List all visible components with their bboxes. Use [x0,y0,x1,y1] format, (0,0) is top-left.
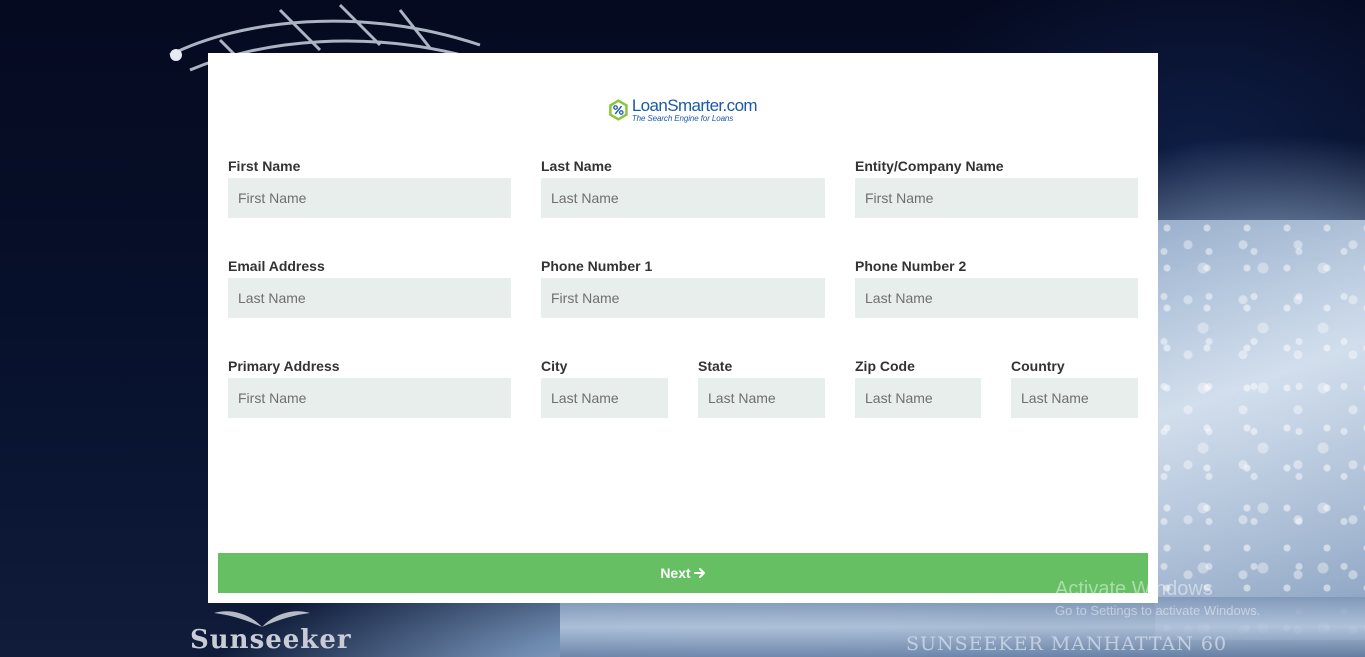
primary-address-label: Primary Address [228,358,340,374]
logo-tagline: The Search Engine for Loans [631,114,734,123]
activate-windows-watermark: Activate Windows Go to Settings to activ… [1055,578,1260,618]
watermark-title: Activate Windows [1055,578,1213,600]
last-name-label: Last Name [541,158,612,174]
water-spray [1155,220,1365,640]
sunseeker-brand-text: Sunseeker [190,625,352,655]
phone-2-input[interactable] [855,278,1138,318]
phone-1-group: Phone Number 1 [541,257,825,318]
last-name-input[interactable] [541,178,825,218]
phone-1-input[interactable] [541,278,825,318]
company-name-label: Entity/Company Name [855,158,1004,174]
state-input[interactable] [698,378,825,418]
watermark-subtitle: Go to Settings to activate Windows. [1055,603,1261,618]
phone-1-label: Phone Number 1 [541,258,653,274]
state-group: State [698,357,825,418]
zip-code-input[interactable] [855,378,981,418]
email-input[interactable] [228,278,511,318]
company-name-input[interactable] [855,178,1138,218]
country-label: Country [1011,358,1065,374]
first-name-label: First Name [228,158,301,174]
city-input[interactable] [541,378,668,418]
loansmarter-logo[interactable]: LoanSmarter.com The Search Engine for Lo… [607,93,758,127]
logo-name: LoanSmarter.com [631,96,758,115]
email-label: Email Address [228,258,325,274]
state-label: State [698,358,733,374]
email-group: Email Address [228,257,511,318]
primary-address-input[interactable] [228,378,511,418]
country-input[interactable] [1011,378,1138,418]
phone-2-label: Phone Number 2 [855,258,967,274]
next-button-label: Next [660,565,691,581]
logo-wordmark: LoanSmarter.com The Search Engine for Lo… [631,96,758,123]
zip-code-group: Zip Code [855,357,981,418]
company-name-group: Entity/Company Name [855,157,1138,218]
last-name-group: Last Name [541,157,825,218]
country-group: Country [1011,357,1138,418]
percent-hexagon-icon [609,99,628,121]
city-group: City [541,357,668,418]
lead-form-card: LoanSmarter.com The Search Engine for Lo… [208,53,1158,603]
city-label: City [541,358,568,374]
next-button[interactable]: Next [218,553,1148,593]
first-name-group: First Name [228,157,511,218]
arrow-right-icon [693,568,705,578]
phone-2-group: Phone Number 2 [855,257,1138,318]
primary-address-group: Primary Address [228,357,511,418]
boat-model-text: SUNSEEKER MANHATTAN 60 [906,633,1228,655]
first-name-input[interactable] [228,178,511,218]
zip-code-label: Zip Code [855,358,915,374]
